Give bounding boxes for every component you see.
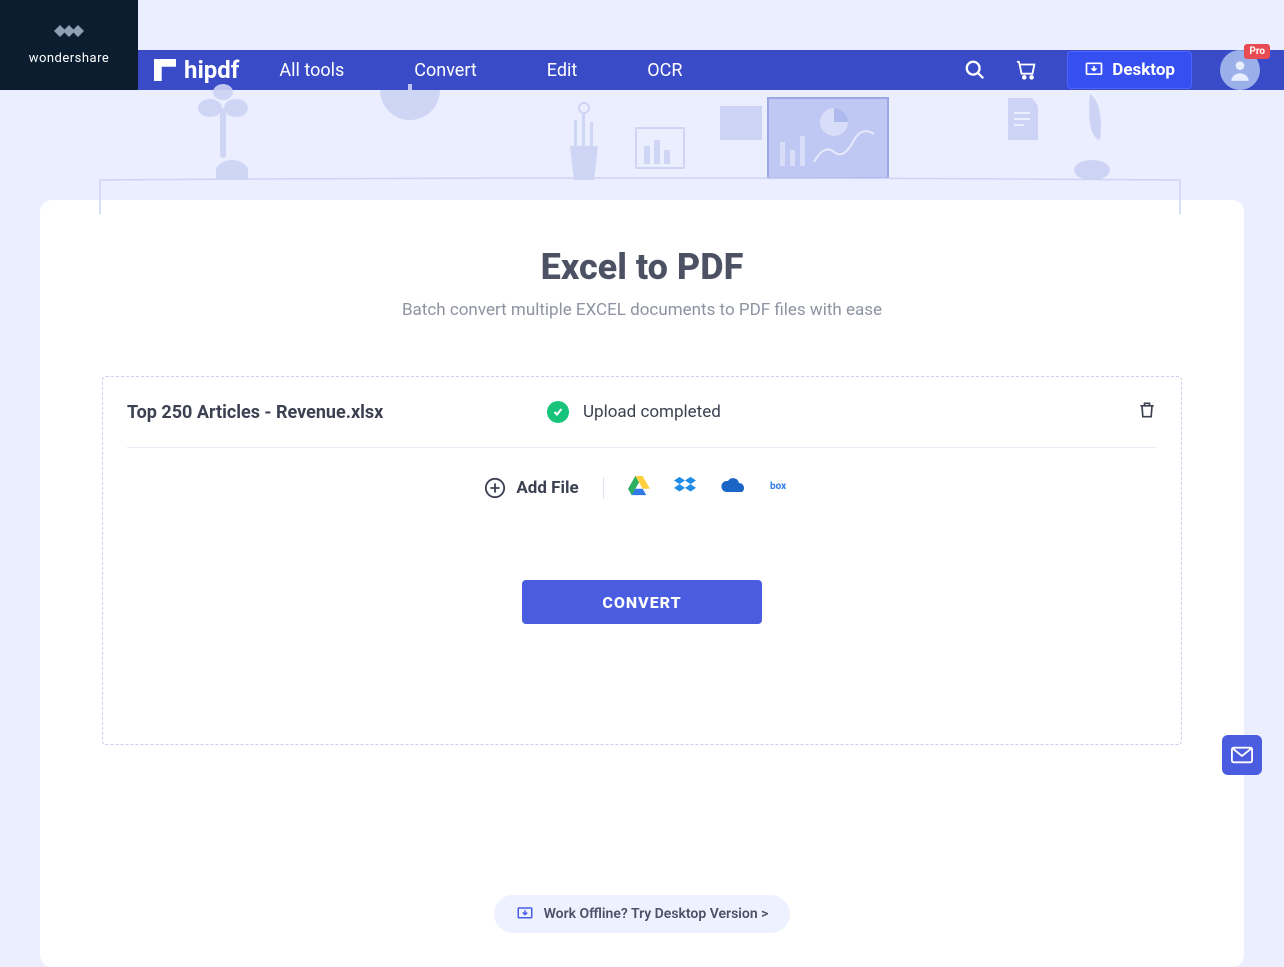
mail-icon: [1231, 746, 1253, 764]
add-file-button[interactable]: Add File: [484, 477, 578, 499]
dropbox-icon: [674, 476, 696, 496]
divider: [603, 477, 604, 499]
pro-badge: Pro: [1244, 44, 1270, 59]
onedrive-button[interactable]: [720, 477, 746, 499]
page-title: Excel to PDF: [541, 246, 744, 288]
add-file-label: Add File: [516, 478, 578, 498]
offline-label: Work Offline? Try Desktop Version >: [544, 906, 769, 922]
brand-text: wondershare: [29, 51, 110, 66]
upload-status: Upload completed: [547, 401, 721, 423]
box-button[interactable]: box: [770, 478, 800, 498]
desktop-button-label: Desktop: [1112, 60, 1175, 80]
nav-edit[interactable]: Edit: [547, 60, 577, 81]
google-drive-icon: [628, 476, 650, 496]
offline-desktop-pill[interactable]: Work Offline? Try Desktop Version >: [494, 895, 791, 933]
status-text: Upload completed: [583, 402, 721, 422]
hipdf-logo-icon: [154, 59, 176, 81]
product-name: hipdf: [184, 56, 239, 84]
google-drive-button[interactable]: [628, 476, 650, 500]
nav-all-tools[interactable]: All tools: [279, 60, 344, 81]
hipdf-logo[interactable]: hipdf: [154, 56, 239, 84]
file-sources: Add File box: [127, 448, 1157, 536]
dropzone: Top 250 Articles - Revenue.xlsx Upload c…: [102, 376, 1182, 745]
decorative-banner: [0, 90, 1284, 200]
check-icon: [547, 401, 569, 423]
download-icon: [516, 905, 534, 923]
wondershare-brand[interactable]: wondershare: [0, 0, 138, 90]
main-card: Excel to PDF Batch convert multiple EXCE…: [40, 200, 1244, 967]
file-name: Top 250 Articles - Revenue.xlsx: [127, 402, 547, 423]
nav-convert[interactable]: Convert: [414, 60, 477, 81]
file-row: Top 250 Articles - Revenue.xlsx Upload c…: [127, 377, 1157, 448]
search-icon[interactable]: [963, 58, 987, 82]
page-subtitle: Batch convert multiple EXCEL documents t…: [402, 300, 882, 320]
nav-ocr[interactable]: OCR: [647, 60, 682, 81]
delete-file-button[interactable]: [1137, 399, 1157, 425]
download-icon: [1084, 60, 1104, 80]
trash-icon: [1137, 399, 1157, 421]
convert-button[interactable]: CONVERT: [522, 580, 762, 624]
onedrive-icon: [720, 477, 746, 495]
plus-circle-icon: [484, 477, 506, 499]
feedback-button[interactable]: [1222, 735, 1262, 775]
cart-icon[interactable]: [1015, 58, 1039, 82]
wondershare-logo-icon: [54, 25, 84, 45]
dropbox-button[interactable]: [674, 476, 696, 500]
box-icon: box: [770, 478, 800, 494]
svg-text:box: box: [770, 481, 787, 492]
user-icon: [1227, 57, 1253, 83]
